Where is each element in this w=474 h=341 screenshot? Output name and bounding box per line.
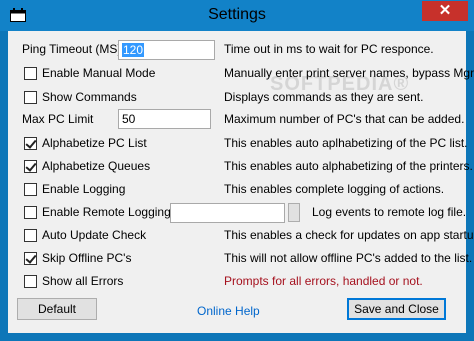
max-pc-limit-desc: Maximum number of PC's that can be added…	[224, 112, 465, 126]
ping-timeout-desc: Time out in ms to wait for PC responce.	[224, 42, 434, 56]
default-button[interactable]: Default	[17, 298, 97, 320]
ping-timeout-input[interactable]: 120	[118, 40, 215, 60]
remote-logging-label[interactable]: Enable Remote Logging	[42, 205, 171, 219]
manual-mode-desc: Manually enter print server names, bypas…	[224, 66, 474, 80]
show-commands-desc: Displays commands as they are sent.	[224, 90, 424, 104]
skip-offline-label[interactable]: Skip Offline PC's	[42, 251, 131, 265]
show-errors-desc: Prompts for all errors, handled or not.	[224, 274, 423, 288]
logging-checkbox[interactable]	[24, 183, 37, 196]
auto-update-checkbox[interactable]	[24, 229, 37, 242]
show-commands-checkbox[interactable]	[24, 91, 37, 104]
setting-max-pc-limit: Max PC Limit 50 Maximum number of PC's t…	[8, 109, 466, 131]
setting-show-errors: Show all Errors Prompts for all errors, …	[8, 271, 466, 293]
alpha-queues-desc: This enables auto alphabetizing of the p…	[224, 159, 473, 173]
alpha-pc-checkbox[interactable]	[24, 137, 37, 150]
setting-auto-update: Auto Update Check This enables a check f…	[8, 225, 474, 247]
remote-log-browse-button[interactable]	[288, 203, 300, 222]
alpha-queues-label[interactable]: Alphabetize Queues	[42, 159, 150, 173]
show-commands-label[interactable]: Show Commands	[42, 90, 137, 104]
setting-skip-offline: Skip Offline PC's This will not allow of…	[8, 248, 472, 270]
ping-timeout-label: Ping Timeout (MS)	[22, 42, 122, 56]
save-and-close-button[interactable]: Save and Close	[347, 298, 446, 320]
ping-timeout-value: 120	[122, 43, 145, 57]
show-errors-label[interactable]: Show all Errors	[42, 274, 123, 288]
settings-panel: SOFTPEDIA® Ping Timeout (MS) 120 Time ou…	[8, 31, 474, 333]
setting-alpha-queues: Alphabetize Queues This enables auto alp…	[8, 156, 473, 178]
setting-ping-timeout: Ping Timeout (MS) 120 Time out in ms to …	[8, 39, 466, 61]
setting-logging: Enable Logging This enables complete log…	[8, 179, 466, 201]
online-help-link[interactable]: Online Help	[197, 304, 260, 318]
show-errors-checkbox[interactable]	[24, 275, 37, 288]
skip-offline-checkbox[interactable]	[24, 252, 37, 265]
window-title: Settings	[208, 6, 266, 23]
setting-show-commands: Show Commands Displays commands as they …	[8, 87, 466, 109]
logging-label[interactable]: Enable Logging	[42, 182, 125, 196]
setting-remote-logging: Enable Remote Logging Log events to remo…	[8, 202, 466, 224]
remote-log-path-input[interactable]	[170, 203, 285, 223]
auto-update-desc: This enables a check for updates on app …	[224, 228, 474, 242]
remote-logging-checkbox[interactable]	[24, 206, 37, 219]
close-button[interactable]: ✕	[422, 1, 468, 21]
max-pc-limit-input[interactable]: 50	[118, 109, 211, 129]
title-bar[interactable]: Settings ✕	[0, 0, 474, 31]
max-pc-limit-label: Max PC Limit	[22, 112, 94, 126]
skip-offline-desc: This will not allow offline PC's added t…	[224, 251, 473, 265]
manual-mode-label[interactable]: Enable Manual Mode	[42, 66, 155, 80]
alpha-queues-checkbox[interactable]	[24, 160, 37, 173]
setting-manual-mode: Enable Manual Mode Manually enter print …	[8, 63, 474, 85]
alpha-pc-desc: This enables auto aplhabetizing of the P…	[224, 136, 468, 150]
settings-window: Settings ✕ SOFTPEDIA® Ping Timeout (MS) …	[0, 0, 474, 341]
setting-alpha-pc: Alphabetize PC List This enables auto ap…	[8, 133, 468, 155]
alpha-pc-label[interactable]: Alphabetize PC List	[42, 136, 147, 150]
remote-logging-desc: Log events to remote log file.	[312, 205, 467, 219]
auto-update-label[interactable]: Auto Update Check	[42, 228, 146, 242]
manual-mode-checkbox[interactable]	[24, 67, 37, 80]
logging-desc: This enables complete logging of actions…	[224, 182, 445, 196]
